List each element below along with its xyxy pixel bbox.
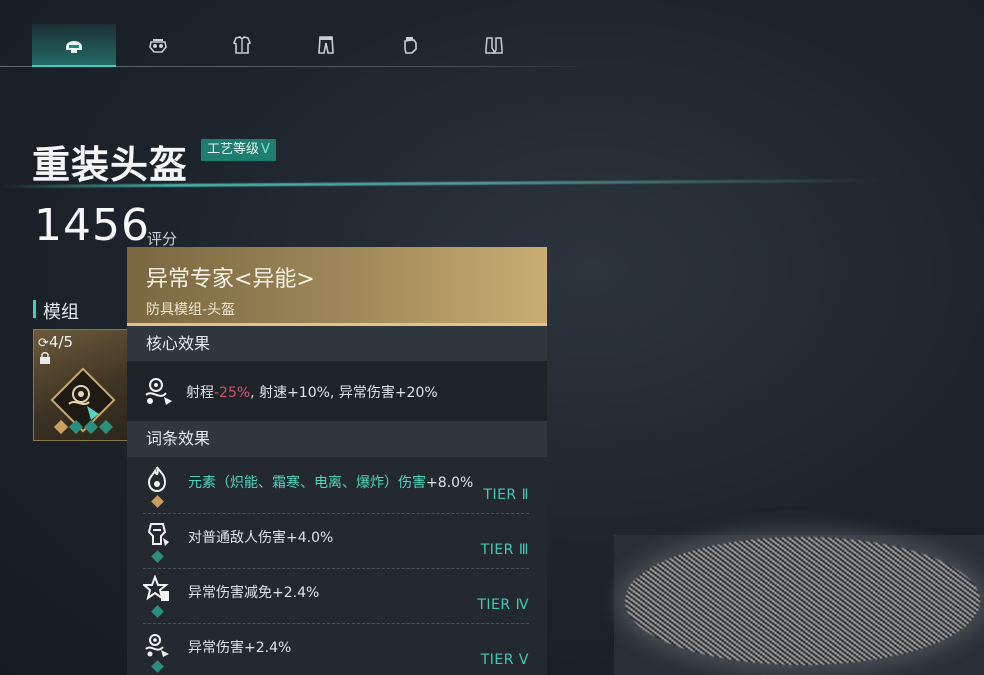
refresh-icon: ⟳ [38,336,49,351]
affix-text: 元素（炽能、霜寒、电离、爆炸）伤害+8.0% [188,472,473,492]
noise-blur-overlay [625,537,980,665]
tab-armor[interactable] [200,24,284,66]
armor-icon [232,36,252,54]
slot-dot [83,419,99,435]
affix-text: 对普通敌人伤害+4.0% [188,530,334,546]
module-card[interactable]: ⟳4/5 [33,329,133,441]
helmet-icon [66,41,82,53]
craft-level-label: 工艺等级 [207,142,260,157]
score-value: 1456 [34,200,150,251]
affix-effect-heading: 词条效果 [127,421,547,457]
section-accent-bar [33,300,36,318]
craft-level-value: V [261,142,270,157]
tab-boots[interactable] [452,24,536,66]
tab-mask[interactable] [116,24,200,66]
tooltip-header: 异常专家<异能> 防具模组-头盔 [127,247,547,325]
affix-gem [151,550,164,563]
core-effect-text: 射程-25%, 射速+10%, 异常伤害+20% [186,382,438,402]
item-title: 重装头盔 [32,143,189,187]
module-count: ⟳4/5 [38,333,73,351]
core-effect-heading: 核心效果 [127,326,547,362]
anomaly-swirl-icon [145,634,169,657]
core-effect-rest: , 射速+10%, 异常伤害+20% [250,385,438,401]
affix-text-plain: +8.0% [426,475,474,491]
tab-glove[interactable] [368,24,452,66]
affix-tier: TIER Ⅱ [483,487,529,503]
module-tooltip: 异常专家<异能> 防具模组-头盔 核心效果 射程-25%, 射速+10%, 异常… [127,247,547,675]
core-effect-row: 射程-25%, 射速+10%, 异常伤害+20% [127,361,547,421]
tab-pants[interactable] [284,24,368,66]
affix-row: 元素（炽能、霜寒、电离、爆炸）伤害+8.0% TIER Ⅱ [127,459,547,514]
affix-row: 异常伤害+2.4% TIER Ⅴ [127,624,547,675]
affix-text: 异常伤害减免+2.4% [188,585,320,601]
affix-row: 对普通敌人伤害+4.0% TIER Ⅲ [127,514,547,569]
affix-tier: TIER Ⅳ [477,597,529,613]
lock-icon [40,352,50,364]
affix-gem [151,605,164,618]
enemy-damage-icon [147,523,169,546]
craft-level-badge: 工艺等级 V [201,139,276,161]
module-count-value: 4/5 [48,333,74,351]
module-section-label: 模组 [43,302,79,323]
affix-text: 异常伤害+2.4% [188,640,292,656]
slot-dot [68,419,84,435]
core-effect-negative: -25% [214,385,251,401]
boots-icon [485,37,503,54]
mask-icon [149,39,167,53]
affix-tier: TIER Ⅲ [480,542,529,558]
affix-tier: TIER Ⅴ [480,652,529,668]
affix-gem [151,660,164,673]
perk-subtitle: 防具模组-头盔 [146,302,236,318]
affix-gem [151,495,164,508]
perk-title: 异常专家<异能> [146,267,315,292]
glove-icon [404,37,417,54]
pants-icon [318,36,334,54]
slot-dot [98,419,114,435]
score-label: 评分 [147,230,178,248]
anomaly-swirl-icon [145,378,172,405]
module-slot-dots [53,419,114,435]
tab-helmet[interactable] [32,24,116,67]
element-flame-icon [147,466,167,493]
affix-row: 异常伤害减免+2.4% TIER Ⅳ [127,569,547,624]
star-shield-icon [143,575,169,601]
slot-dot [53,419,69,435]
equipment-screen: 重装头盔 工艺等级 V 1456 评分 模组 ⟳4/5 异常专家<异能> 防具模… [0,0,984,675]
affix-text-highlight: 元素（炽能、霜寒、电离、爆炸）伤害 [188,475,426,491]
core-effect-prefix: 射程 [186,385,214,401]
